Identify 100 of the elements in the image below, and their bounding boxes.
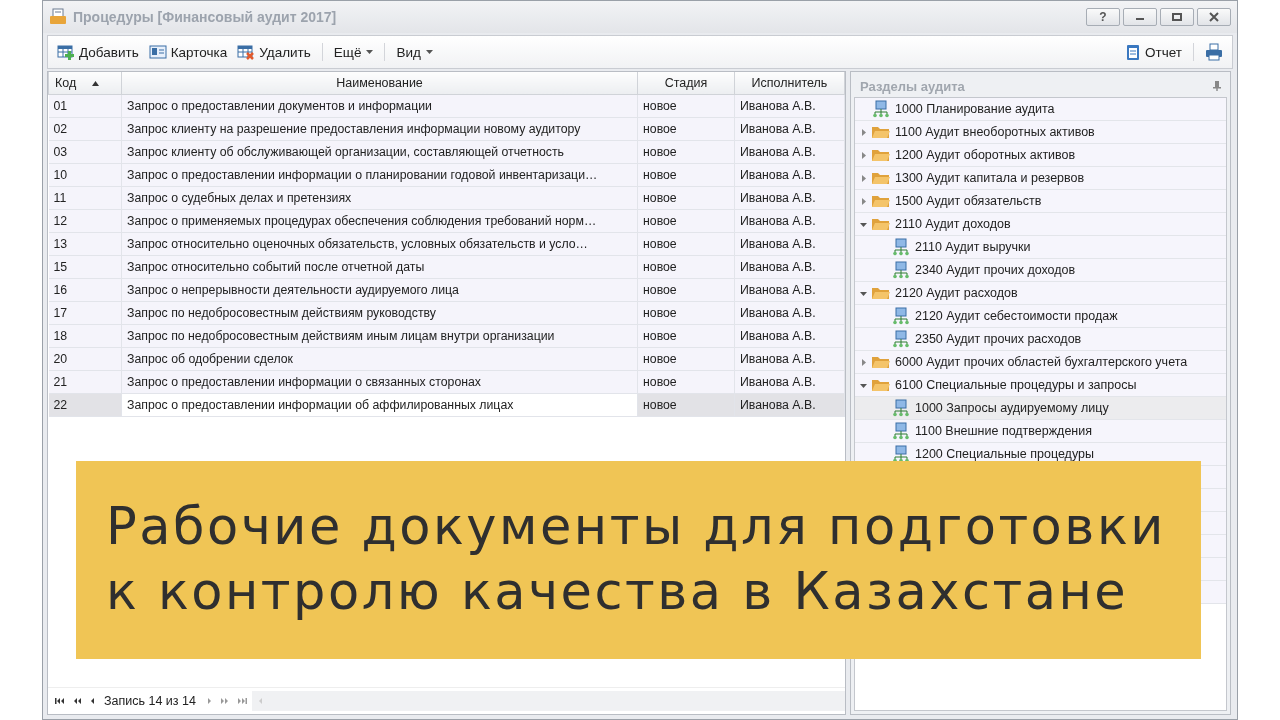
table-cell: Запрос клиенту об обслуживающей организации, составляющей отчетность bbox=[121, 140, 638, 164]
tree-item[interactable]: 1000 Планирование аудита bbox=[855, 98, 1226, 121]
table-cell: 13 bbox=[48, 232, 122, 256]
table-cell: 15 bbox=[48, 255, 122, 279]
table-cell: Иванова А.В. bbox=[734, 393, 845, 417]
folder-icon bbox=[871, 193, 891, 209]
add-table-icon bbox=[57, 43, 75, 61]
table-cell: Иванова А.В. bbox=[734, 117, 845, 141]
caret-icon bbox=[366, 49, 374, 55]
column-header[interactable]: Стадия bbox=[637, 72, 735, 95]
table-cell: 11 bbox=[48, 186, 122, 210]
table-cell: Запрос о судебных делах и претензиях bbox=[121, 186, 638, 210]
tree-item[interactable]: 2110 Аудит выручки bbox=[855, 236, 1226, 259]
column-header[interactable]: Код bbox=[48, 72, 122, 95]
org-chart-icon bbox=[891, 238, 911, 256]
tree-item[interactable]: 2120 Аудит расходов bbox=[855, 282, 1226, 305]
previous-record-icon bbox=[90, 697, 95, 705]
printer-icon bbox=[49, 8, 67, 26]
folder-icon bbox=[871, 285, 891, 301]
tree-item[interactable]: 6000 Аудит прочих областей бухгалтерского учета bbox=[855, 351, 1226, 374]
help-button[interactable]: ? bbox=[1086, 8, 1120, 26]
maximize-button[interactable] bbox=[1160, 8, 1194, 26]
tree-item[interactable]: 1100 Внешние подтверждения bbox=[855, 420, 1226, 443]
add-button[interactable]: Добавить bbox=[54, 41, 142, 63]
tree-item[interactable]: 1300 Аудит капитала и резервов bbox=[855, 167, 1226, 190]
caption-text: к контролю качества в Казахстане bbox=[106, 563, 1130, 622]
menu-button[interactable]: Ещё bbox=[330, 42, 377, 62]
tree-item[interactable]: 1200 Аудит оборотных активов bbox=[855, 144, 1226, 167]
tree-item[interactable]: 2340 Аудит прочих доходов bbox=[855, 259, 1226, 282]
table-cell: 16 bbox=[48, 278, 122, 302]
table-cell: Запрос относительно оценочных обязательств, условных обязательств и усло… bbox=[121, 232, 638, 256]
table-cell: Иванова А.В. bbox=[734, 140, 845, 164]
scroll-left-icon bbox=[257, 697, 263, 705]
org-chart-icon bbox=[891, 445, 911, 463]
minimize-button[interactable] bbox=[1123, 8, 1157, 26]
collapse-arrow-icon bbox=[860, 289, 867, 297]
table-cell: 21 bbox=[48, 370, 122, 394]
table-cell: Иванова А.В. bbox=[734, 324, 845, 348]
table-cell: Запрос об одобрении сделок bbox=[121, 347, 638, 371]
delete-button[interactable]: Удалить bbox=[234, 41, 314, 63]
folder-icon bbox=[871, 354, 891, 370]
folder-icon bbox=[871, 124, 891, 140]
org-chart-icon bbox=[891, 422, 911, 440]
close-icon bbox=[1209, 12, 1219, 22]
table-cell: Запрос о непрерывности деятельности аудируемого лица bbox=[121, 278, 638, 302]
collapse-arrow-icon bbox=[860, 381, 867, 389]
table-cell: Запрос по недобросовестным действиям руководству bbox=[121, 301, 638, 325]
window-title: Процедуры [Финансовый аудит 2017] bbox=[73, 9, 338, 25]
table-cell: Запрос относительно событий после отчетной даты bbox=[121, 255, 638, 279]
pin-icon bbox=[1213, 81, 1221, 91]
previous-page-icon bbox=[73, 697, 82, 705]
tree-item[interactable]: 1100 Аудит внеоборотных активов bbox=[855, 121, 1226, 144]
caption-text: Рабочие документы для подготовки bbox=[106, 498, 1167, 557]
record-counter: Запись 14 из 14 bbox=[104, 694, 196, 708]
org-chart-icon bbox=[891, 399, 911, 417]
table-cell: 02 bbox=[48, 117, 122, 141]
report-button[interactable]: Отчет bbox=[1122, 41, 1185, 63]
org-chart-icon bbox=[891, 307, 911, 325]
column-header[interactable]: Исполнитель bbox=[734, 72, 845, 95]
table-cell: Иванова А.В. bbox=[734, 278, 845, 302]
table-cell: 01 bbox=[48, 94, 122, 118]
expand-arrow-icon bbox=[860, 128, 867, 136]
table-cell: Иванова А.В. bbox=[734, 186, 845, 210]
tree-item[interactable]: 2110 Аудит доходов bbox=[855, 213, 1226, 236]
printer-icon bbox=[1205, 43, 1223, 61]
report-icon bbox=[1125, 43, 1142, 61]
table-cell: Иванова А.В. bbox=[734, 255, 845, 279]
card-button[interactable]: Карточка bbox=[145, 42, 231, 62]
next-page-icon bbox=[219, 697, 229, 705]
table-cell: Иванова А.В. bbox=[734, 370, 845, 394]
table-cell: 17 bbox=[48, 301, 122, 325]
table-cell: Иванова А.В. bbox=[734, 94, 845, 118]
column-header[interactable]: Наименование bbox=[121, 72, 638, 95]
expand-arrow-icon bbox=[860, 358, 867, 366]
tree-item[interactable]: 1000 Запросы аудируемому лицу bbox=[855, 397, 1226, 420]
tree-item[interactable]: 6100 Специальные процедуры и запросы bbox=[855, 374, 1226, 397]
org-chart-icon bbox=[891, 261, 911, 279]
expand-arrow-icon bbox=[860, 197, 867, 205]
expand-arrow-icon bbox=[860, 174, 867, 182]
menu-button[interactable]: Вид bbox=[393, 42, 436, 62]
table-cell: Иванова А.В. bbox=[734, 301, 845, 325]
table-cell: Иванова А.В. bbox=[734, 163, 845, 187]
table-cell: Запрос о предоставлении информации о планировании годовой инвентаризаци… bbox=[121, 163, 638, 187]
tree-item[interactable]: 2350 Аудит прочих расходов bbox=[855, 328, 1226, 351]
table-cell: Иванова А.В. bbox=[734, 232, 845, 256]
tree-item[interactable]: 1500 Аудит обязательств bbox=[855, 190, 1226, 213]
tree-item[interactable]: 2120 Аудит себестоимости продаж bbox=[855, 305, 1226, 328]
horizontal-scrollbar[interactable] bbox=[251, 691, 845, 711]
table-cell: 20 bbox=[48, 347, 122, 371]
close-button[interactable] bbox=[1197, 8, 1231, 26]
table-cell: Запрос о предоставлении информации о связанных сторонах bbox=[121, 370, 638, 394]
table-cell: Иванова А.В. bbox=[734, 209, 845, 233]
table-cell: Запрос по недобросовестным действиям иным лицам внутри организации bbox=[121, 324, 638, 348]
table-cell: 22 bbox=[48, 393, 122, 417]
maximize-icon bbox=[1172, 12, 1182, 22]
table-cell: 10 bbox=[48, 163, 122, 187]
folder-icon bbox=[871, 216, 891, 232]
table-cell: Запрос о применяемых процедурах обеспечения соблюдения требований норм… bbox=[121, 209, 638, 233]
org-chart-icon bbox=[891, 330, 911, 348]
caret-icon bbox=[425, 49, 433, 55]
